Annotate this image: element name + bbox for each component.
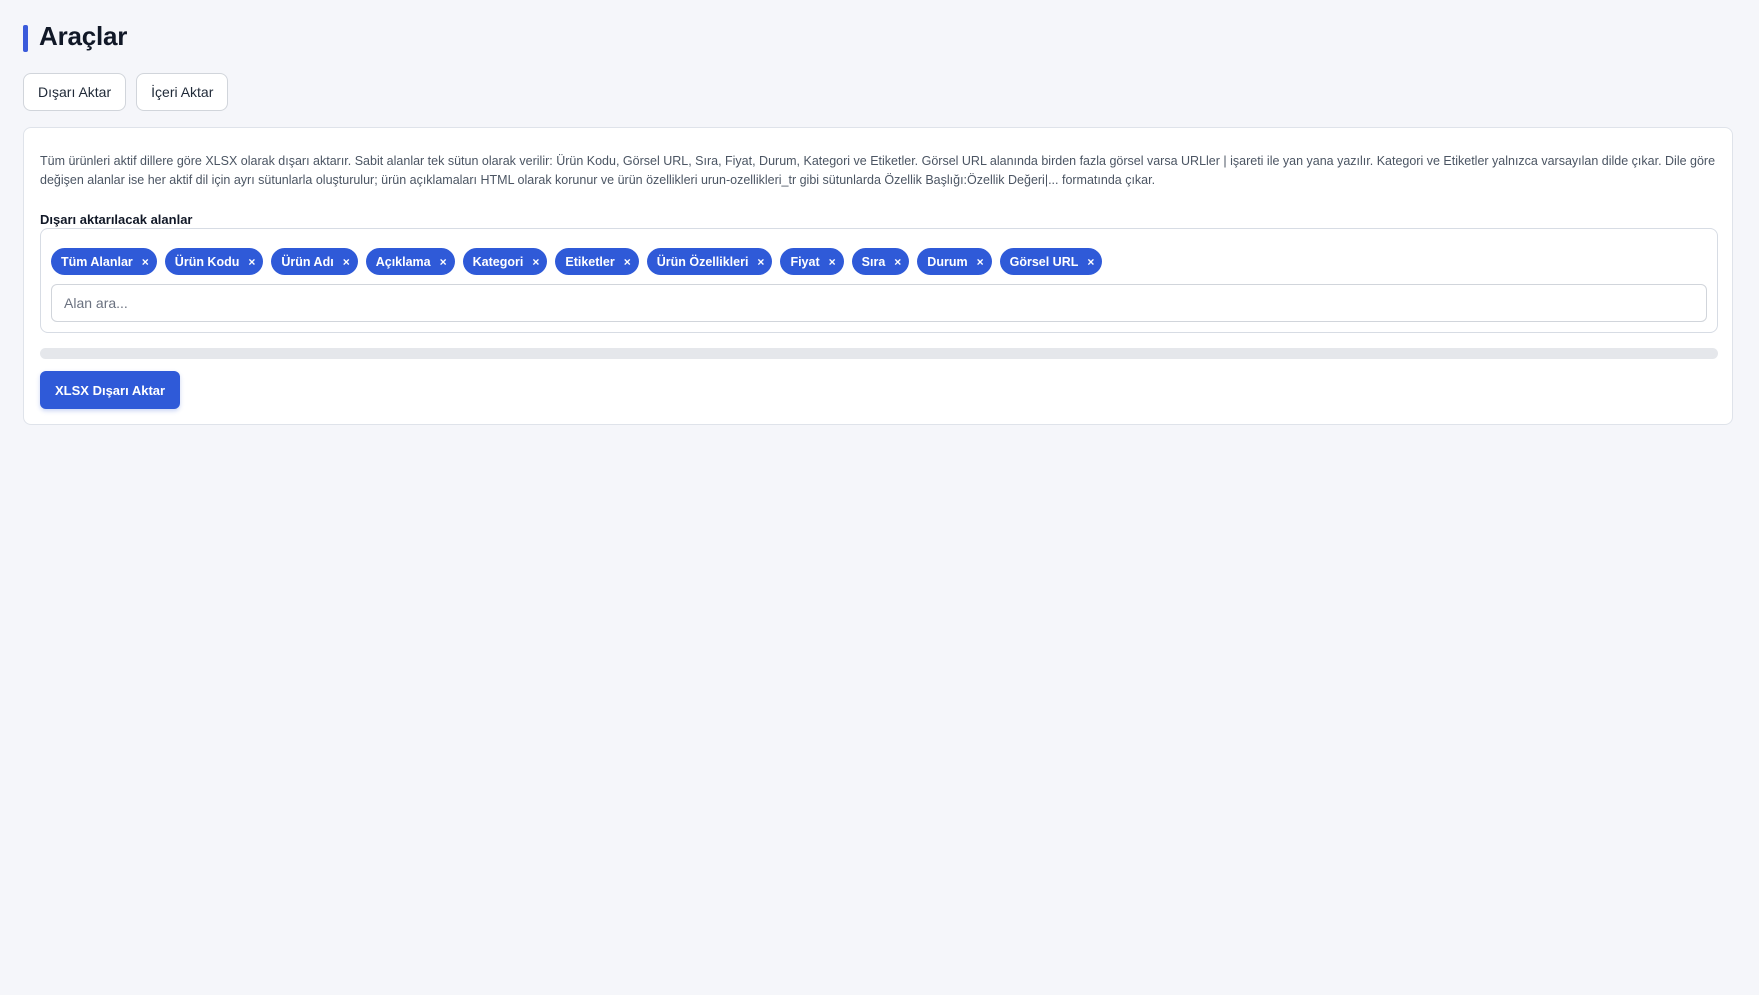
field-chip-status[interactable]: Durum × [917,248,992,275]
xlsx-export-button[interactable]: XLSX Dışarı Aktar [40,371,181,409]
tool-tabs: Dışarı Aktar İçeri Aktar [23,73,229,111]
close-icon[interactable]: × [977,256,984,268]
page-header: Araçlar Dışarı Aktar İçeri Aktar [23,0,1735,111]
export-progress-bar [40,348,1718,359]
chip-label: Kategori [472,254,524,269]
close-icon[interactable]: × [624,256,631,268]
fields-label: Dışarı aktarılacak alanlar [40,212,193,227]
chip-label: Ürün Kodu [174,254,240,269]
field-chip-product-code[interactable]: Ürün Kodu × [164,248,264,275]
close-icon[interactable]: × [343,256,350,268]
field-chip-category[interactable]: Kategori × [462,248,548,275]
chip-label: Ürün Özellikleri [656,254,749,269]
close-icon[interactable]: × [1087,256,1094,268]
chip-label: Etiketler [565,254,615,269]
chip-label: Tüm Alanlar [61,254,133,269]
title-accent-bar [23,25,28,52]
chip-label: Görsel URL [1009,254,1079,269]
close-icon[interactable]: × [757,256,764,268]
field-chip-description[interactable]: Açıklama × [365,248,455,275]
field-chip-order[interactable]: Sıra × [851,248,910,275]
field-chip-tags[interactable]: Etiketler × [555,248,639,275]
field-search-input[interactable] [51,284,1707,322]
tools-page: Araçlar Dışarı Aktar İçeri Aktar Tüm ürü… [23,0,1735,425]
close-icon[interactable]: × [440,256,447,268]
chip-label: Fiyat [790,254,820,269]
selected-field-chips: Tüm Alanlar × Ürün Kodu × Ürün Adı × Açı… [51,248,1103,275]
chip-label: Açıklama [375,254,431,269]
field-chip-image-url[interactable]: Görsel URL × [999,248,1103,275]
chip-label: Durum [927,254,968,269]
chip-label: Sıra [861,254,886,269]
close-icon[interactable]: × [532,256,539,268]
field-chip-product-features[interactable]: Ürün Özellikleri × [646,248,773,275]
field-chip-product-name[interactable]: Ürün Adı × [271,248,358,275]
export-description: Tüm ürünleri aktif dillere göre XLSX ola… [40,154,1716,187]
field-chip-all[interactable]: Tüm Alanlar × [51,248,157,275]
close-icon[interactable]: × [248,256,255,268]
chip-label: Ürün Adı [281,254,334,269]
tab-export[interactable]: Dışarı Aktar [23,73,127,111]
close-icon[interactable]: × [142,256,149,268]
export-panel: Tüm ürünleri aktif dillere göre XLSX ola… [23,127,1733,425]
close-icon[interactable]: × [829,256,836,268]
page-title: Araçlar [39,21,128,51]
field-multiselect[interactable]: Tüm Alanlar × Ürün Kodu × Ürün Adı × Açı… [40,228,1718,333]
field-chip-price[interactable]: Fiyat × [780,248,844,275]
close-icon[interactable]: × [894,256,901,268]
tab-import[interactable]: İçeri Aktar [136,73,229,111]
